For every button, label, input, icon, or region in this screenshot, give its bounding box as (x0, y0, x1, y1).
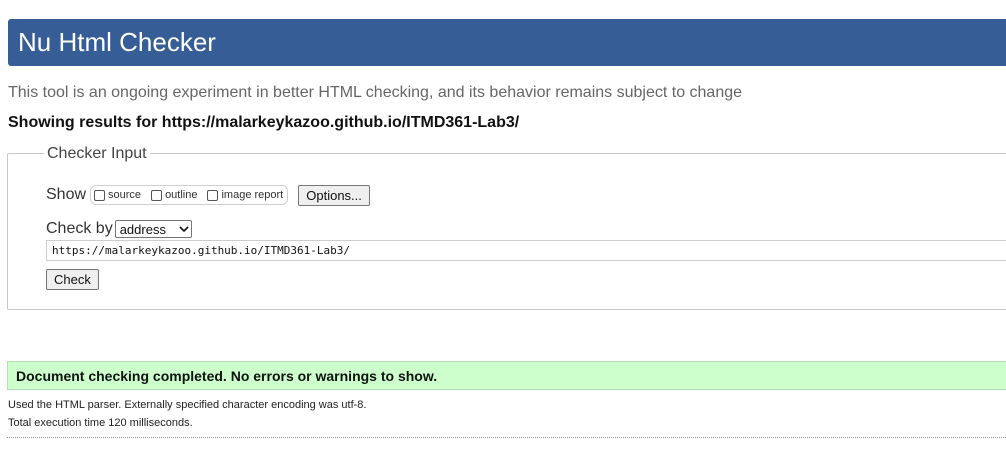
execution-time: Total execution time 120 milliseconds. (8, 417, 193, 429)
success-message-box: Document checking completed. No errors o… (7, 361, 1006, 390)
show-options-group: source outline image report (90, 185, 289, 205)
image-report-option-label: image report (221, 189, 284, 201)
source-option-label: source (108, 189, 142, 201)
check-by-selected-value: address (119, 221, 166, 237)
show-outline-option[interactable]: outline (151, 189, 197, 201)
app-title: Nu Html Checker (18, 27, 216, 57)
show-row: Show source outline image report Options… (46, 184, 370, 206)
options-button[interactable]: Options... (298, 184, 370, 206)
parser-info: Used the HTML parser. Externally specifi… (8, 399, 367, 411)
source-checkbox[interactable] (94, 189, 106, 201)
outline-checkbox[interactable] (151, 189, 163, 201)
show-label: Show (46, 186, 87, 203)
outline-option-label: outline (165, 189, 198, 201)
show-image-report-option[interactable]: image report (207, 189, 283, 201)
check-by-label: Check by (46, 220, 113, 237)
showing-results-heading: Showing results for https://malarkeykazo… (8, 114, 520, 131)
tool-description: This tool is an ongoing experiment in be… (8, 84, 743, 101)
checker-input-fieldset: Checker Input Show source outline image … (7, 144, 1006, 310)
checker-input-legend: Checker Input (44, 144, 150, 164)
app-header: Nu Html Checker (8, 19, 1006, 66)
check-by-select[interactable]: address (114, 220, 192, 238)
url-input[interactable]: https://malarkeykazoo.github.io/ITMD361-… (46, 240, 1006, 261)
results-divider (7, 437, 1006, 438)
image-report-checkbox[interactable] (207, 189, 219, 201)
success-message: Document checking completed. No errors o… (16, 368, 438, 384)
check-by-row: Check by address (46, 218, 192, 240)
check-button[interactable]: Check (46, 269, 99, 290)
chevron-down-icon (179, 226, 189, 232)
show-source-option[interactable]: source (94, 189, 141, 201)
